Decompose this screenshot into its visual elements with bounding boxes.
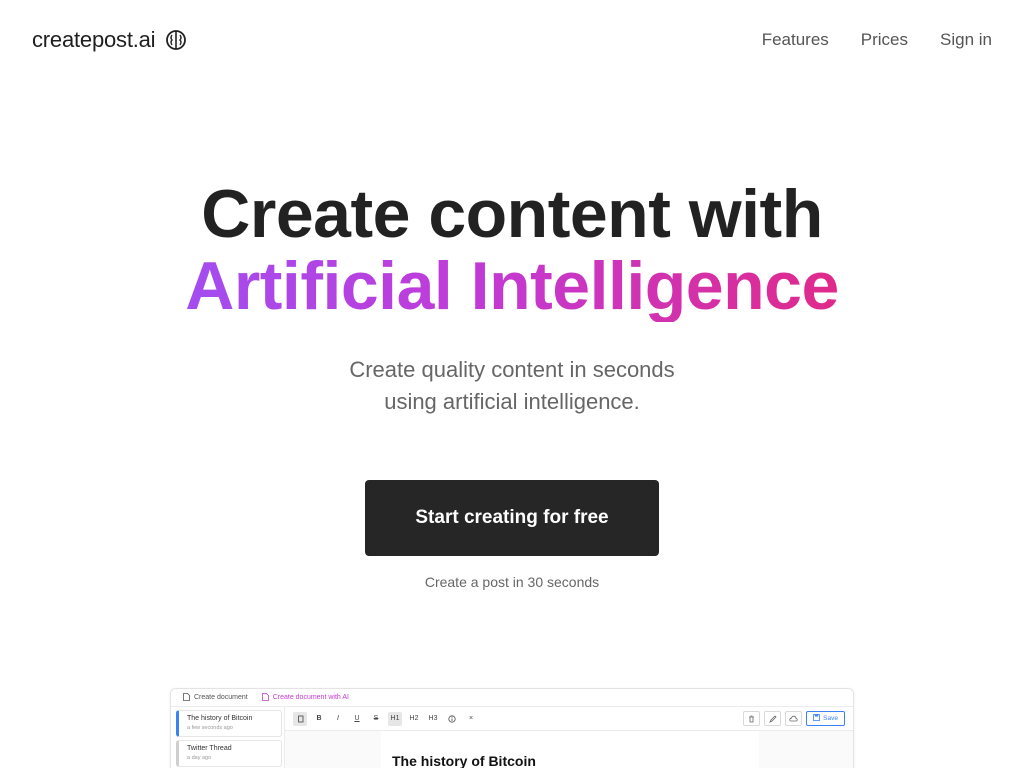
preview-doc-item[interactable]: The history of Bitcoin a few seconds ago (176, 710, 282, 737)
doc-title: The history of Bitcoin (187, 715, 253, 722)
heading1-button[interactable]: H1 (388, 711, 402, 726)
nav-sign-in[interactable]: Sign in (940, 30, 992, 50)
doc-time: a few seconds ago (187, 725, 233, 731)
trash-icon[interactable] (743, 711, 761, 726)
italic-button[interactable]: I (331, 712, 345, 726)
save-label: Save (823, 715, 838, 722)
site-header: createpost.ai Features Prices Sign in (0, 0, 1024, 80)
nav-prices[interactable]: Prices (861, 30, 908, 50)
info-icon[interactable] (445, 712, 459, 726)
editor-document-title[interactable]: The history of Bitcoin (392, 753, 536, 768)
hero-subtitle: Create quality content in seconds using … (0, 354, 1024, 418)
preview-tab-label: Create document (194, 694, 248, 701)
preview-sidebar: The history of Bitcoin a few seconds ago… (171, 707, 285, 768)
doc-title: Twitter Thread (187, 745, 232, 752)
editor-canvas[interactable]: The history of Bitcoin (381, 731, 759, 768)
document-icon (183, 692, 190, 703)
preview-tab-create-with-ai[interactable]: Create document with AI (261, 692, 349, 703)
nav-features[interactable]: Features (762, 30, 829, 50)
doc-time: a day ago (187, 755, 212, 761)
underline-button[interactable]: U (350, 712, 364, 726)
hero-title-line1: Create content with (201, 176, 823, 252)
hero-title-line2: Artificial Intelligence (185, 248, 839, 324)
start-creating-button[interactable]: Start creating for free (365, 480, 659, 556)
heading3-button[interactable]: H3 (426, 712, 440, 726)
strikethrough-button[interactable]: S (369, 712, 383, 726)
preview-tab-label: Create document with AI (272, 694, 349, 701)
pencil-icon[interactable] (764, 711, 782, 726)
save-button[interactable]: Save (806, 711, 845, 726)
heading2-button[interactable]: H2 (407, 712, 421, 726)
save-icon (813, 714, 821, 723)
copy-icon[interactable] (293, 711, 307, 726)
bold-button[interactable]: B (312, 712, 326, 726)
preview-doc-item[interactable]: Twitter Thread a day ago (176, 740, 282, 767)
preview-tabs: Create document Create document with AI (171, 689, 853, 707)
hero-subtitle-line1: Create quality content in seconds (349, 357, 675, 382)
main-nav: Features Prices Sign in (762, 30, 992, 50)
cloud-icon[interactable] (785, 711, 803, 726)
cta-caption: Create a post in 30 seconds (424, 574, 600, 590)
clear-format-button[interactable]: × (464, 712, 478, 726)
brain-icon (165, 29, 187, 51)
hero-subtitle-line2: using artificial intelligence. (384, 389, 640, 414)
app-preview: Create document Create document with AI … (170, 688, 854, 768)
logo-text: createpost.ai (32, 27, 156, 52)
logo[interactable]: createpost.ai (32, 27, 187, 53)
preview-tab-create-document[interactable]: Create document (183, 692, 248, 703)
toolbar-actions: Save (743, 711, 845, 726)
ai-document-icon (261, 692, 269, 703)
editor-toolbar: B I U S H1 H2 H3 × Save (285, 707, 853, 731)
hero-title: Create content with Artificial Intellige… (0, 178, 1024, 322)
